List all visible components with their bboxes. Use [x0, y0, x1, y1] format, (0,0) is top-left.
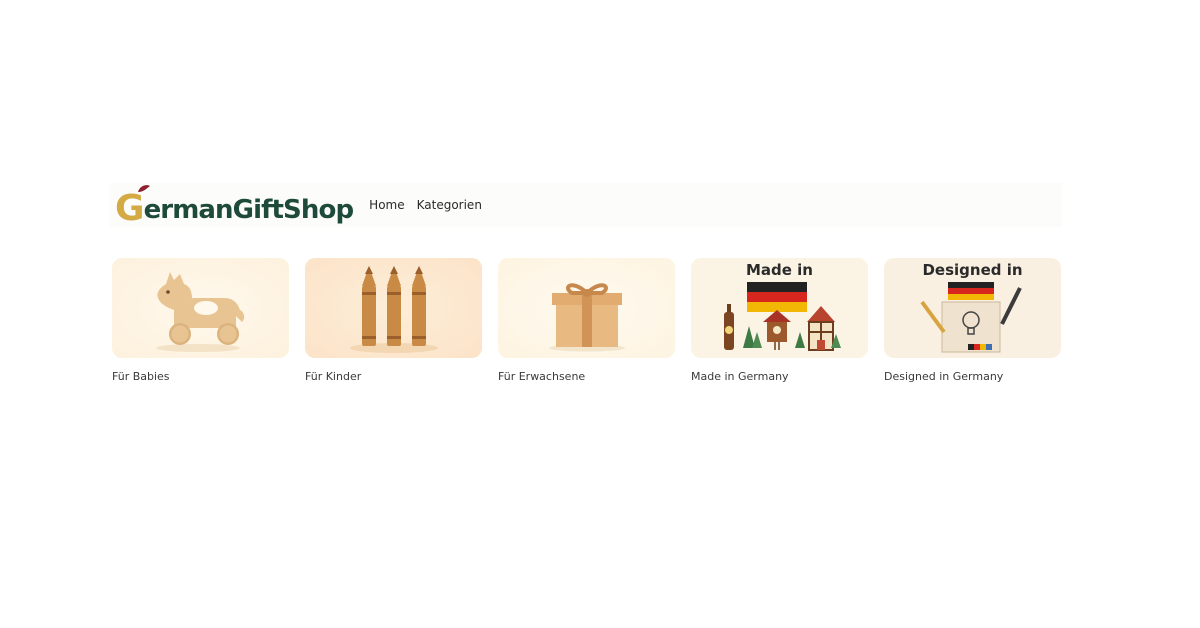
category-label: Für Erwachsene: [498, 370, 586, 383]
category-card-designed-in-germany[interactable]: Designed in Designed in Germany: [884, 258, 1061, 384]
site-header: G ermanGiftShop Home Kategorien: [110, 183, 1062, 227]
crayons-icon: [349, 266, 438, 353]
gift-box-icon: [548, 283, 625, 352]
category-card-made-in-germany[interactable]: Made in Made in Germany: [691, 258, 868, 384]
leaf-icon: [138, 185, 150, 192]
image-title: Designed in: [922, 261, 1023, 279]
category-label: Designed in Germany: [884, 370, 1004, 383]
category-image: [305, 258, 482, 358]
nav-categories-link[interactable]: Kategorien: [417, 198, 482, 212]
wooden-horse-icon: [155, 272, 244, 352]
logo-text: ermanGiftShop: [143, 195, 355, 225]
category-image: [112, 258, 289, 358]
category-label: Für Kinder: [305, 370, 362, 383]
category-label: Für Babies: [112, 370, 170, 383]
category-label: Made in Germany: [691, 370, 789, 383]
category-image: Made in: [691, 258, 868, 358]
category-card-adults[interactable]: Für Erwachsene: [498, 258, 675, 384]
category-grid: Für Babies Für Kinder Für Erwachsene Mad…: [112, 258, 1061, 384]
category-card-babies[interactable]: Für Babies: [112, 258, 289, 384]
category-card-kids[interactable]: Für Kinder: [305, 258, 482, 384]
nav-home-link[interactable]: Home: [369, 198, 404, 212]
main-nav: Home Kategorien: [369, 198, 482, 212]
category-image: [498, 258, 675, 358]
logo-initial: G: [115, 188, 145, 229]
category-image: Designed in: [884, 258, 1061, 358]
site-logo[interactable]: G ermanGiftShop: [115, 185, 355, 229]
image-title: Made in: [745, 261, 813, 279]
